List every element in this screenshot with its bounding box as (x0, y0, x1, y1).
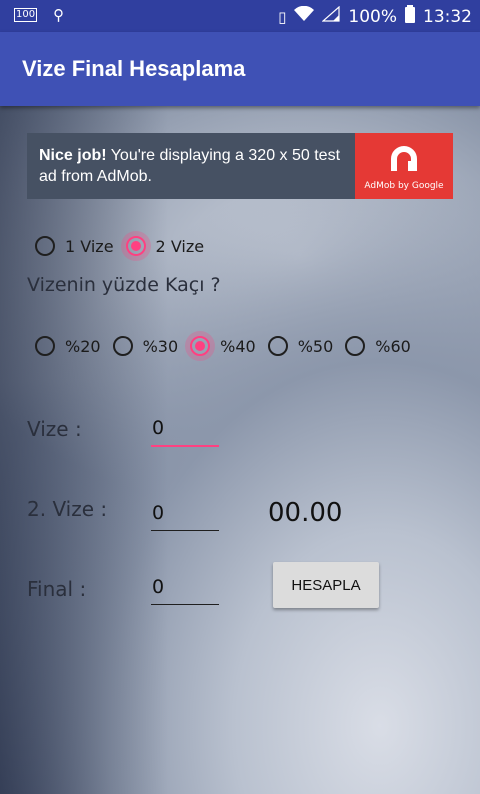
radio-circle[interactable] (190, 336, 211, 356)
page-title: Vize Final Hesaplama (22, 56, 246, 81)
radio-percent-20[interactable]: %20 (35, 336, 101, 356)
ad-banner[interactable]: Nice job! You're displaying a 320 x 50 t… (27, 133, 453, 199)
final-input-value: 0 (152, 576, 165, 598)
admob-brand: AdMob by Google (364, 181, 444, 191)
signal-icon (321, 5, 340, 27)
radio-1-vize[interactable]: 1 Vize (35, 236, 114, 256)
radio-circle[interactable] (112, 336, 133, 356)
vize-input-value: 0 (152, 417, 165, 439)
radio-label: 1 Vize (65, 236, 114, 256)
radio-circle[interactable] (35, 236, 55, 256)
radio-label: %60 (375, 336, 411, 356)
radio-percent-30[interactable]: %30 (112, 336, 179, 356)
status-bar: 100 ⚲ ▯ 100% 13:32 (0, 0, 480, 32)
ad-text: Nice job! You're displaying a 320 x 50 t… (39, 145, 359, 187)
admob-icon (391, 146, 417, 171)
radio-circle[interactable] (125, 236, 146, 256)
radio-percent-40[interactable]: %40 (190, 336, 256, 356)
radio-label: %50 (297, 336, 334, 356)
clock: 13:32 (423, 6, 472, 27)
vibrate-icon: ▯ (278, 7, 287, 26)
radio-percent-60[interactable]: %60 (345, 336, 411, 356)
admob-logo: AdMob by Google (355, 133, 453, 199)
radio-circle[interactable] (35, 336, 55, 356)
radio-label: %40 (220, 336, 256, 356)
vize-count-group: 1 Vize 2 Vize (35, 236, 216, 256)
battery-percent: 100% (348, 6, 397, 27)
vize-label: Vize : (27, 417, 82, 441)
radio-label: 2 Vize (155, 236, 205, 256)
vize2-input-value: 0 (152, 502, 165, 524)
radio-percent-50[interactable]: %50 (267, 336, 334, 356)
vize2-label: 2. Vize : (27, 497, 108, 521)
radio-label: %20 (65, 336, 101, 356)
battery-100-icon: 100 (14, 8, 38, 22)
radio-circle[interactable] (267, 336, 288, 356)
main-content: Nice job! You're displaying a 320 x 50 t… (0, 106, 480, 794)
result-value: 00.00 (268, 498, 343, 528)
battery-icon (405, 5, 415, 28)
usb-icon: ⚲ (53, 6, 65, 24)
wifi-icon (294, 5, 315, 27)
final-label: Final : (27, 577, 87, 601)
vize-input[interactable]: 0 (151, 417, 219, 447)
calculate-button[interactable]: HESAPLA (273, 562, 379, 608)
ad-bold-text: Nice job! (39, 147, 107, 164)
percent-group: %20 %30 %40 %50 %60 (35, 336, 423, 356)
app-bar: Vize Final Hesaplama (0, 32, 480, 106)
final-input[interactable]: 0 (151, 576, 219, 605)
percent-question: Vizenin yüzde Kaçı ? (27, 274, 221, 296)
radio-label: %30 (142, 336, 179, 356)
radio-2-vize[interactable]: 2 Vize (125, 236, 205, 256)
radio-circle[interactable] (345, 336, 366, 356)
vize2-input[interactable]: 0 (151, 502, 219, 531)
